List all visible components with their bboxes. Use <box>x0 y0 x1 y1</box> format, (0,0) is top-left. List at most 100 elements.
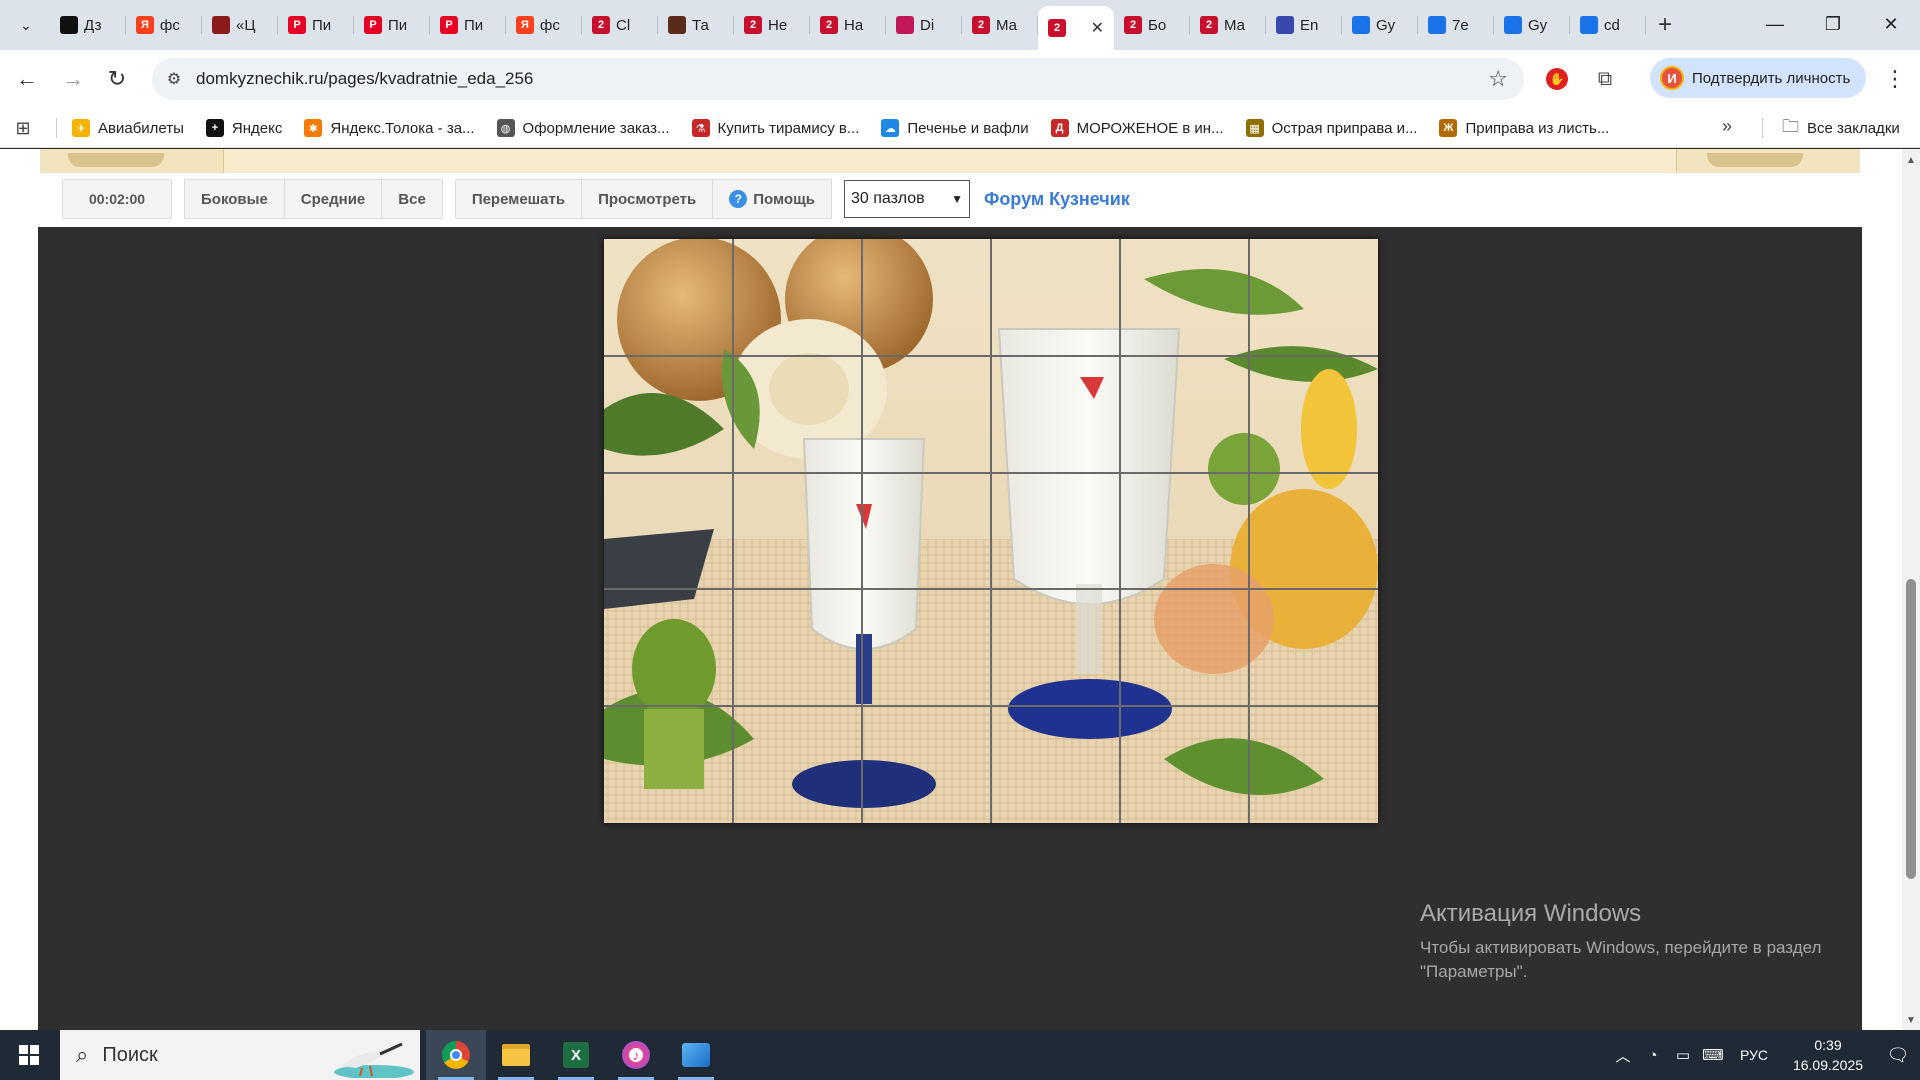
bookmark-item[interactable]: ▦ Острая приправа и... <box>1245 119 1418 137</box>
pieces-count-select[interactable]: 30 пазлов ▼ <box>843 180 970 218</box>
preview-button[interactable]: Просмотреть <box>582 180 714 218</box>
url-text[interactable]: domkyznechik.ru/pages/kvadratnie_eda_256 <box>196 69 533 89</box>
bookmark-item[interactable]: ⚗ Купить тирамису в... <box>691 119 859 137</box>
language-indicator[interactable]: РУС <box>1728 1047 1780 1063</box>
domkyznechik-icon: 2 <box>1200 16 1218 34</box>
bookmark-item[interactable]: Ж Приправа из листь... <box>1439 119 1609 137</box>
site-icon <box>668 16 686 34</box>
address-bar[interactable]: ⚙ domkyznechik.ru/pages/kvadratnie_eda_2… <box>152 58 1524 100</box>
web-page: 00:02:00 Боковые Средние Все Перемешать … <box>0 149 1902 1030</box>
browser-tab[interactable]: 2 Ма <box>1190 6 1266 44</box>
browser-tab[interactable]: 2 Бо <box>1114 6 1190 44</box>
more-bookmarks-icon[interactable]: » <box>1722 116 1732 137</box>
tab-search-button[interactable]: ⌄ <box>10 10 42 40</box>
reload-button[interactable]: ↻ <box>100 62 134 96</box>
page-scrollbar[interactable]: ▲ ▼ <box>1902 149 1920 1030</box>
browser-tab[interactable]: 2 На <box>810 6 886 44</box>
edges-button[interactable]: Боковые <box>185 180 285 218</box>
browser-tab[interactable]: P Пи <box>354 6 430 44</box>
puzzle-image[interactable] <box>604 239 1378 823</box>
bookmark-star-icon[interactable]: ☆ <box>1488 66 1508 92</box>
bookmark-item[interactable]: + Яндекс <box>205 119 282 137</box>
domkyznechik-icon: 2 <box>1124 16 1142 34</box>
forward-button[interactable]: → <box>56 62 90 96</box>
browser-tab[interactable]: cd <box>1570 6 1646 44</box>
all-button[interactable]: Все <box>382 180 442 218</box>
new-tab-button[interactable]: + <box>1650 10 1680 40</box>
browser-tab[interactable]: Яфс <box>506 6 582 44</box>
browser-tab[interactable]: 7е <box>1418 6 1494 44</box>
bookmark-label: Острая приправа и... <box>1271 119 1418 137</box>
taskbar-chrome[interactable] <box>426 1030 486 1080</box>
restore-button[interactable]: ❐ <box>1804 0 1862 48</box>
browser-tab[interactable]: P Пи <box>430 6 506 44</box>
network-icon[interactable]: ◔ <box>1638 1030 1668 1080</box>
browser-tab[interactable]: P Пи <box>278 6 354 44</box>
bookmark-label: Яндекс.Толока - за... <box>330 119 475 137</box>
bookmark-item[interactable]: ✱ Яндекс.Толока - за... <box>304 119 475 137</box>
scrollbar-thumb[interactable] <box>1906 579 1916 879</box>
browser-tab[interactable]: Gy <box>1342 6 1418 44</box>
middle-button[interactable]: Средние <box>285 180 383 218</box>
chevron-down-icon: ⌄ <box>20 16 32 33</box>
all-bookmarks-button[interactable]: 🗀 Все закладки <box>1782 108 1900 148</box>
puzzle-controls: 00:02:00 Боковые Средние Все Перемешать … <box>62 179 1130 219</box>
browser-tab[interactable]: 2 Сl <box>582 6 658 44</box>
tab-label: cd <box>1604 16 1620 34</box>
taskbar-itunes[interactable]: ♪ <box>606 1030 666 1080</box>
tray-overflow-chevron-icon[interactable]: ︿ <box>1608 1030 1638 1080</box>
browser-tab[interactable]: 2 Не <box>734 6 810 44</box>
browser-tab[interactable]: 2 ✕ <box>1038 6 1114 50</box>
scroll-up-icon[interactable]: ▲ <box>1906 155 1916 166</box>
browser-tab[interactable]: Дз <box>50 6 126 44</box>
minimize-icon: — <box>1766 13 1784 34</box>
browser-tab[interactable]: «Ц <box>202 6 278 44</box>
shuffle-button[interactable]: Перемешать <box>456 180 583 218</box>
bookmark-label: Печенье и вафли <box>907 119 1029 137</box>
help-icon: ? <box>729 190 748 208</box>
bookmark-item[interactable]: ◍ Оформление заказ... <box>496 119 670 137</box>
scroll-down-icon[interactable]: ▼ <box>1906 1015 1916 1026</box>
minimize-button[interactable]: — <box>1746 0 1804 48</box>
browser-tab[interactable]: Та <box>658 6 734 44</box>
forum-link[interactable]: Форум Кузнечик <box>984 189 1130 210</box>
taskbar-search[interactable]: ⌕ Поиск <box>60 1030 420 1080</box>
bookmark-favicon-icon: ◍ <box>496 119 515 137</box>
all-bookmarks-label: Все закладки <box>1807 119 1900 137</box>
browser-tab[interactable]: Di <box>886 6 962 44</box>
taskbar-paint[interactable] <box>666 1030 726 1080</box>
taskbar-excel[interactable]: X <box>546 1030 606 1080</box>
browser-menu-button[interactable]: ⋮ <box>1880 62 1910 96</box>
browser-tab[interactable]: 2 Ма <box>962 6 1038 44</box>
plus-dark-icon <box>60 16 78 34</box>
close-window-button[interactable]: ✕ <box>1862 0 1920 48</box>
site-info-icon[interactable]: ⚙ <box>164 69 184 89</box>
wizard-icon <box>1276 16 1294 34</box>
bookmark-item[interactable]: Д МОРОЖЕНОЕ в ин... <box>1050 119 1224 137</box>
clock[interactable]: 0:39 16.09.2025 <box>1780 1035 1876 1075</box>
excel-icon: X <box>563 1042 589 1068</box>
browser-tab[interactable]: Gy <box>1494 6 1570 44</box>
extensions-button[interactable]: ⧉ <box>1590 64 1620 94</box>
keyboard-icon[interactable]: ⌨ <box>1698 1030 1728 1080</box>
apps-grid-icon[interactable]: ⊞ <box>12 117 34 139</box>
arrow-right-icon: → <box>62 66 84 91</box>
notifications-icon[interactable]: 🗨 <box>1876 1030 1920 1080</box>
browser-tab[interactable]: En <box>1266 6 1342 44</box>
bookmark-item[interactable]: ☁ Печенье и вафли <box>881 119 1029 137</box>
reload-icon: ↻ <box>107 66 127 91</box>
browser-tab[interactable]: Яфс <box>126 6 202 44</box>
back-button[interactable]: ← <box>10 62 44 96</box>
clock-date: 16.09.2025 <box>1792 1057 1864 1073</box>
help-button[interactable]: ? Помощь <box>713 180 831 218</box>
folder-icon: 🗀 <box>1782 116 1799 136</box>
profile-button[interactable]: И Подтвердить личность <box>1650 58 1866 98</box>
battery-icon[interactable]: ▭ <box>1668 1030 1698 1080</box>
translate-icon <box>1580 16 1598 34</box>
search-placeholder: Поиск <box>102 1043 158 1066</box>
bookmark-item[interactable]: ✈ Авиабилеты <box>72 119 184 137</box>
taskbar-file-explorer[interactable] <box>486 1030 546 1080</box>
adblock-extension-button[interactable]: ✋ <box>1542 64 1572 94</box>
start-button[interactable] <box>0 1030 58 1080</box>
close-tab-icon[interactable]: ✕ <box>1091 18 1104 38</box>
